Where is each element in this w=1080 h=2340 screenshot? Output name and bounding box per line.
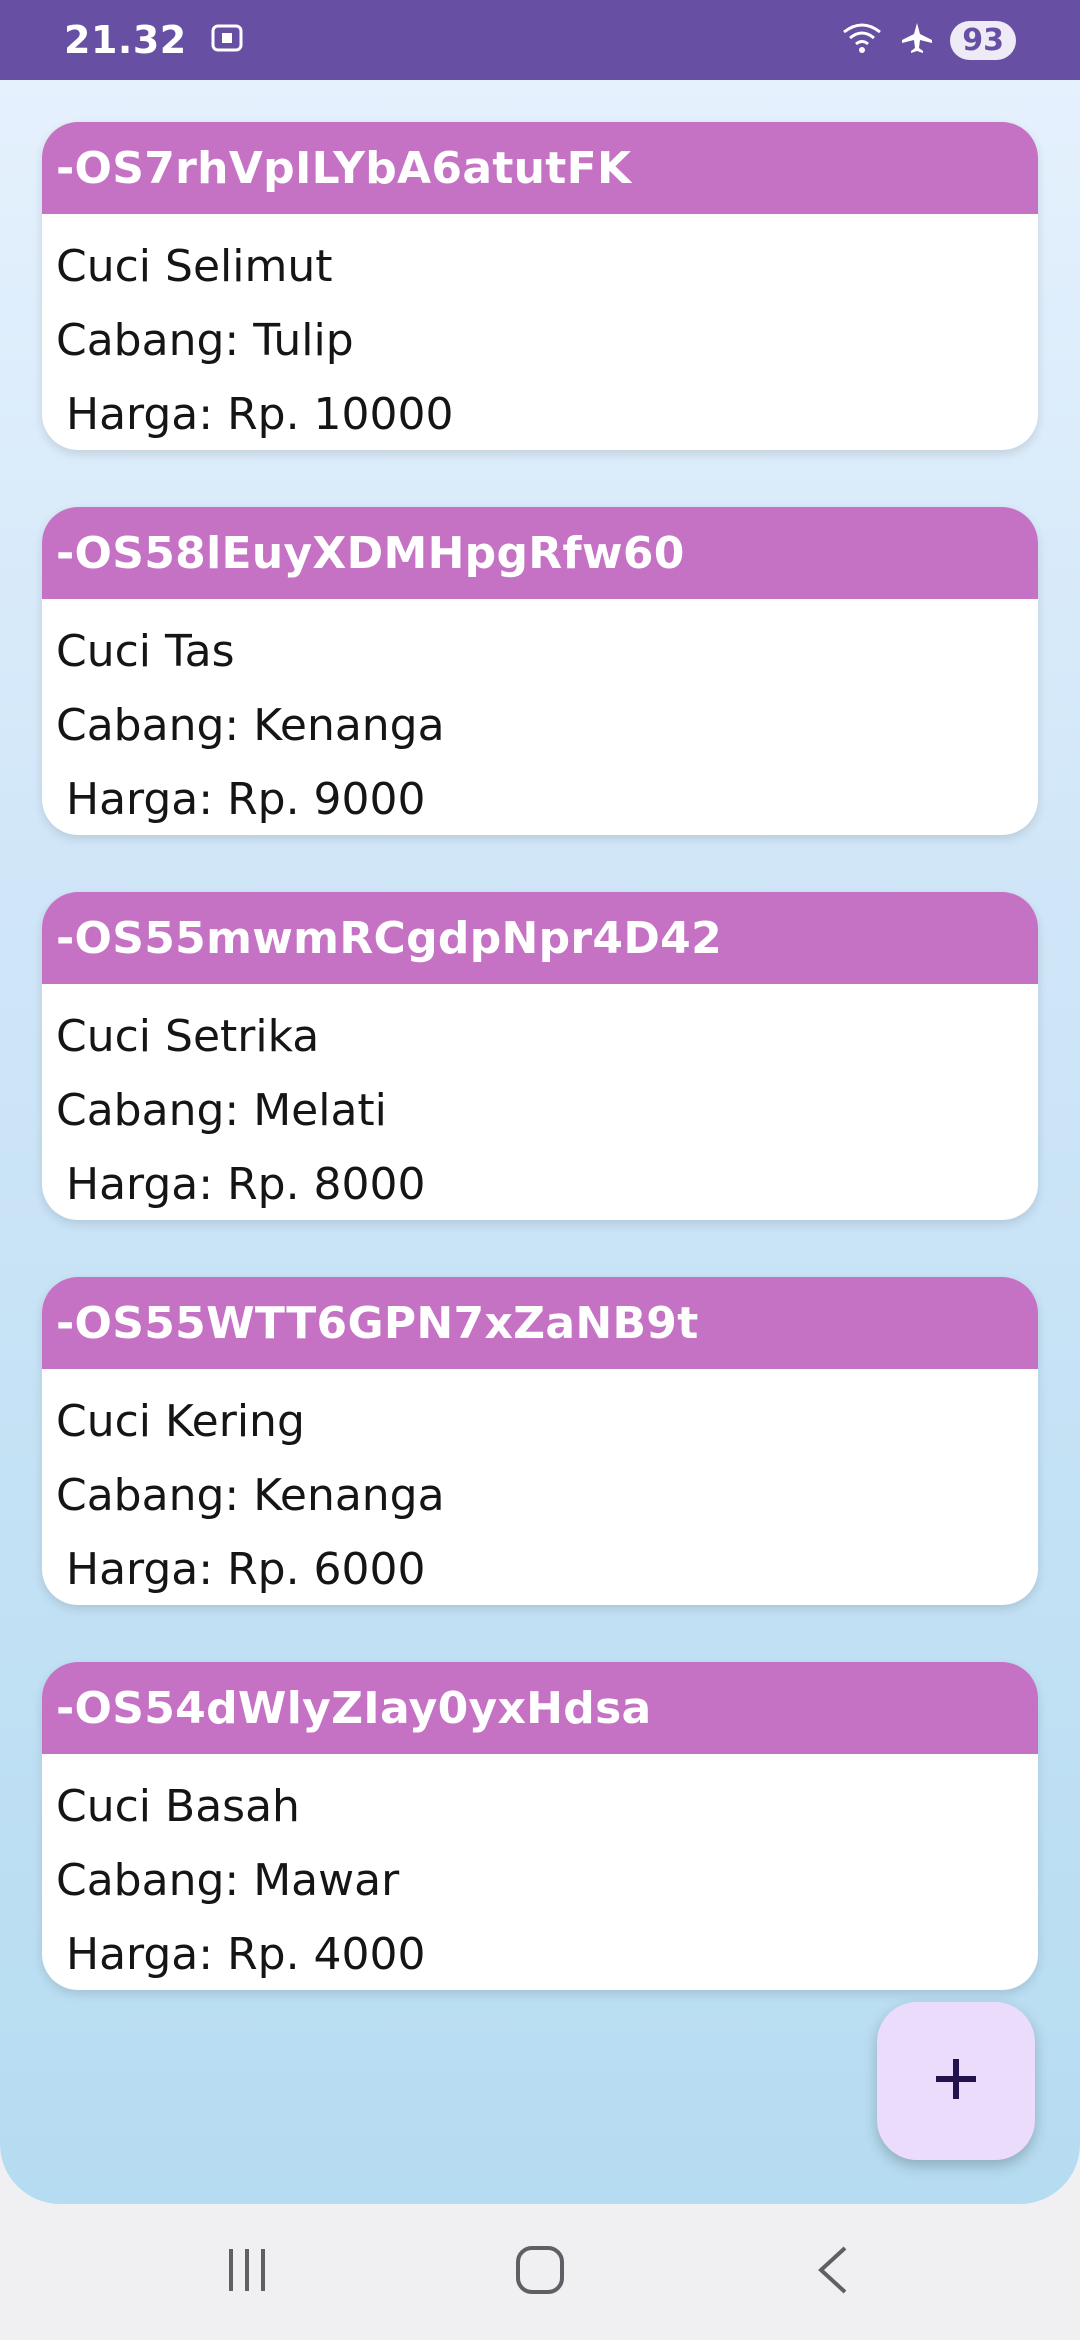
item-details: Cuci Kering Cabang: Kenanga Harga: Rp. 6… bbox=[42, 1369, 1038, 1605]
add-item-button[interactable] bbox=[877, 2002, 1035, 2160]
item-details: Cuci Basah Cabang: Mawar Harga: Rp. 4000 bbox=[42, 1754, 1038, 1990]
list-item[interactable]: -OS55mwmRCgdpNpr4D42 Cuci Setrika Cabang… bbox=[42, 892, 1038, 1220]
item-details: Cuci Selimut Cabang: Tulip Harga: Rp. 10… bbox=[42, 214, 1038, 450]
recent-apps-icon bbox=[223, 2247, 271, 2297]
back-button[interactable] bbox=[773, 2222, 893, 2322]
back-icon bbox=[813, 2244, 853, 2300]
item-price: Harga: Rp. 8000 bbox=[66, 1159, 426, 1210]
item-branch: Cabang: Kenanga bbox=[56, 700, 445, 751]
screenshot-icon bbox=[209, 20, 245, 60]
item-details: Cuci Tas Cabang: Kenanga Harga: Rp. 9000 bbox=[42, 599, 1038, 835]
status-right: 93 bbox=[840, 20, 1016, 60]
status-left: 21.32 bbox=[64, 18, 245, 62]
home-icon bbox=[514, 2244, 566, 2300]
item-id: -OS7rhVpILYbA6atutFK bbox=[42, 122, 1038, 214]
item-price: Harga: Rp. 6000 bbox=[66, 1544, 426, 1595]
airplane-mode-icon bbox=[900, 21, 934, 59]
battery-level: 93 bbox=[950, 20, 1016, 60]
status-time: 21.32 bbox=[64, 18, 187, 62]
navigation-bar bbox=[0, 2204, 1080, 2340]
item-name: Cuci Selimut bbox=[56, 241, 333, 292]
item-name: Cuci Kering bbox=[56, 1396, 305, 1447]
item-id: -OS58lEuyXDMHpgRfw60 bbox=[42, 507, 1038, 599]
item-branch: Cabang: Melati bbox=[56, 1085, 387, 1136]
recent-apps-button[interactable] bbox=[187, 2222, 307, 2322]
item-price: Harga: Rp. 9000 bbox=[66, 774, 426, 825]
item-list-screen: -OS7rhVpILYbA6atutFK Cuci Selimut Cabang… bbox=[0, 80, 1080, 2204]
item-list[interactable]: -OS7rhVpILYbA6atutFK Cuci Selimut Cabang… bbox=[42, 122, 1038, 2047]
status-bar: 21.32 93 bbox=[0, 0, 1080, 80]
list-item[interactable]: -OS58lEuyXDMHpgRfw60 Cuci Tas Cabang: Ke… bbox=[42, 507, 1038, 835]
item-branch: Cabang: Tulip bbox=[56, 315, 354, 366]
list-item[interactable]: -OS54dWlyZIay0yxHdsa Cuci Basah Cabang: … bbox=[42, 1662, 1038, 1990]
home-button[interactable] bbox=[480, 2222, 600, 2322]
wifi-icon bbox=[840, 20, 884, 60]
item-name: Cuci Setrika bbox=[56, 1011, 320, 1062]
item-name: Cuci Basah bbox=[56, 1781, 300, 1832]
item-branch: Cabang: Kenanga bbox=[56, 1470, 445, 1521]
item-id: -OS54dWlyZIay0yxHdsa bbox=[42, 1662, 1038, 1754]
list-item[interactable]: -OS7rhVpILYbA6atutFK Cuci Selimut Cabang… bbox=[42, 122, 1038, 450]
item-name: Cuci Tas bbox=[56, 626, 235, 677]
item-details: Cuci Setrika Cabang: Melati Harga: Rp. 8… bbox=[42, 984, 1038, 1220]
item-branch: Cabang: Mawar bbox=[56, 1855, 400, 1906]
item-id: -OS55WTT6GPN7xZaNB9t bbox=[42, 1277, 1038, 1369]
plus-icon bbox=[932, 2055, 980, 2107]
item-id: -OS55mwmRCgdpNpr4D42 bbox=[42, 892, 1038, 984]
list-item[interactable]: -OS55WTT6GPN7xZaNB9t Cuci Kering Cabang:… bbox=[42, 1277, 1038, 1605]
item-price: Harga: Rp. 4000 bbox=[66, 1929, 426, 1980]
item-price: Harga: Rp. 10000 bbox=[66, 389, 454, 440]
